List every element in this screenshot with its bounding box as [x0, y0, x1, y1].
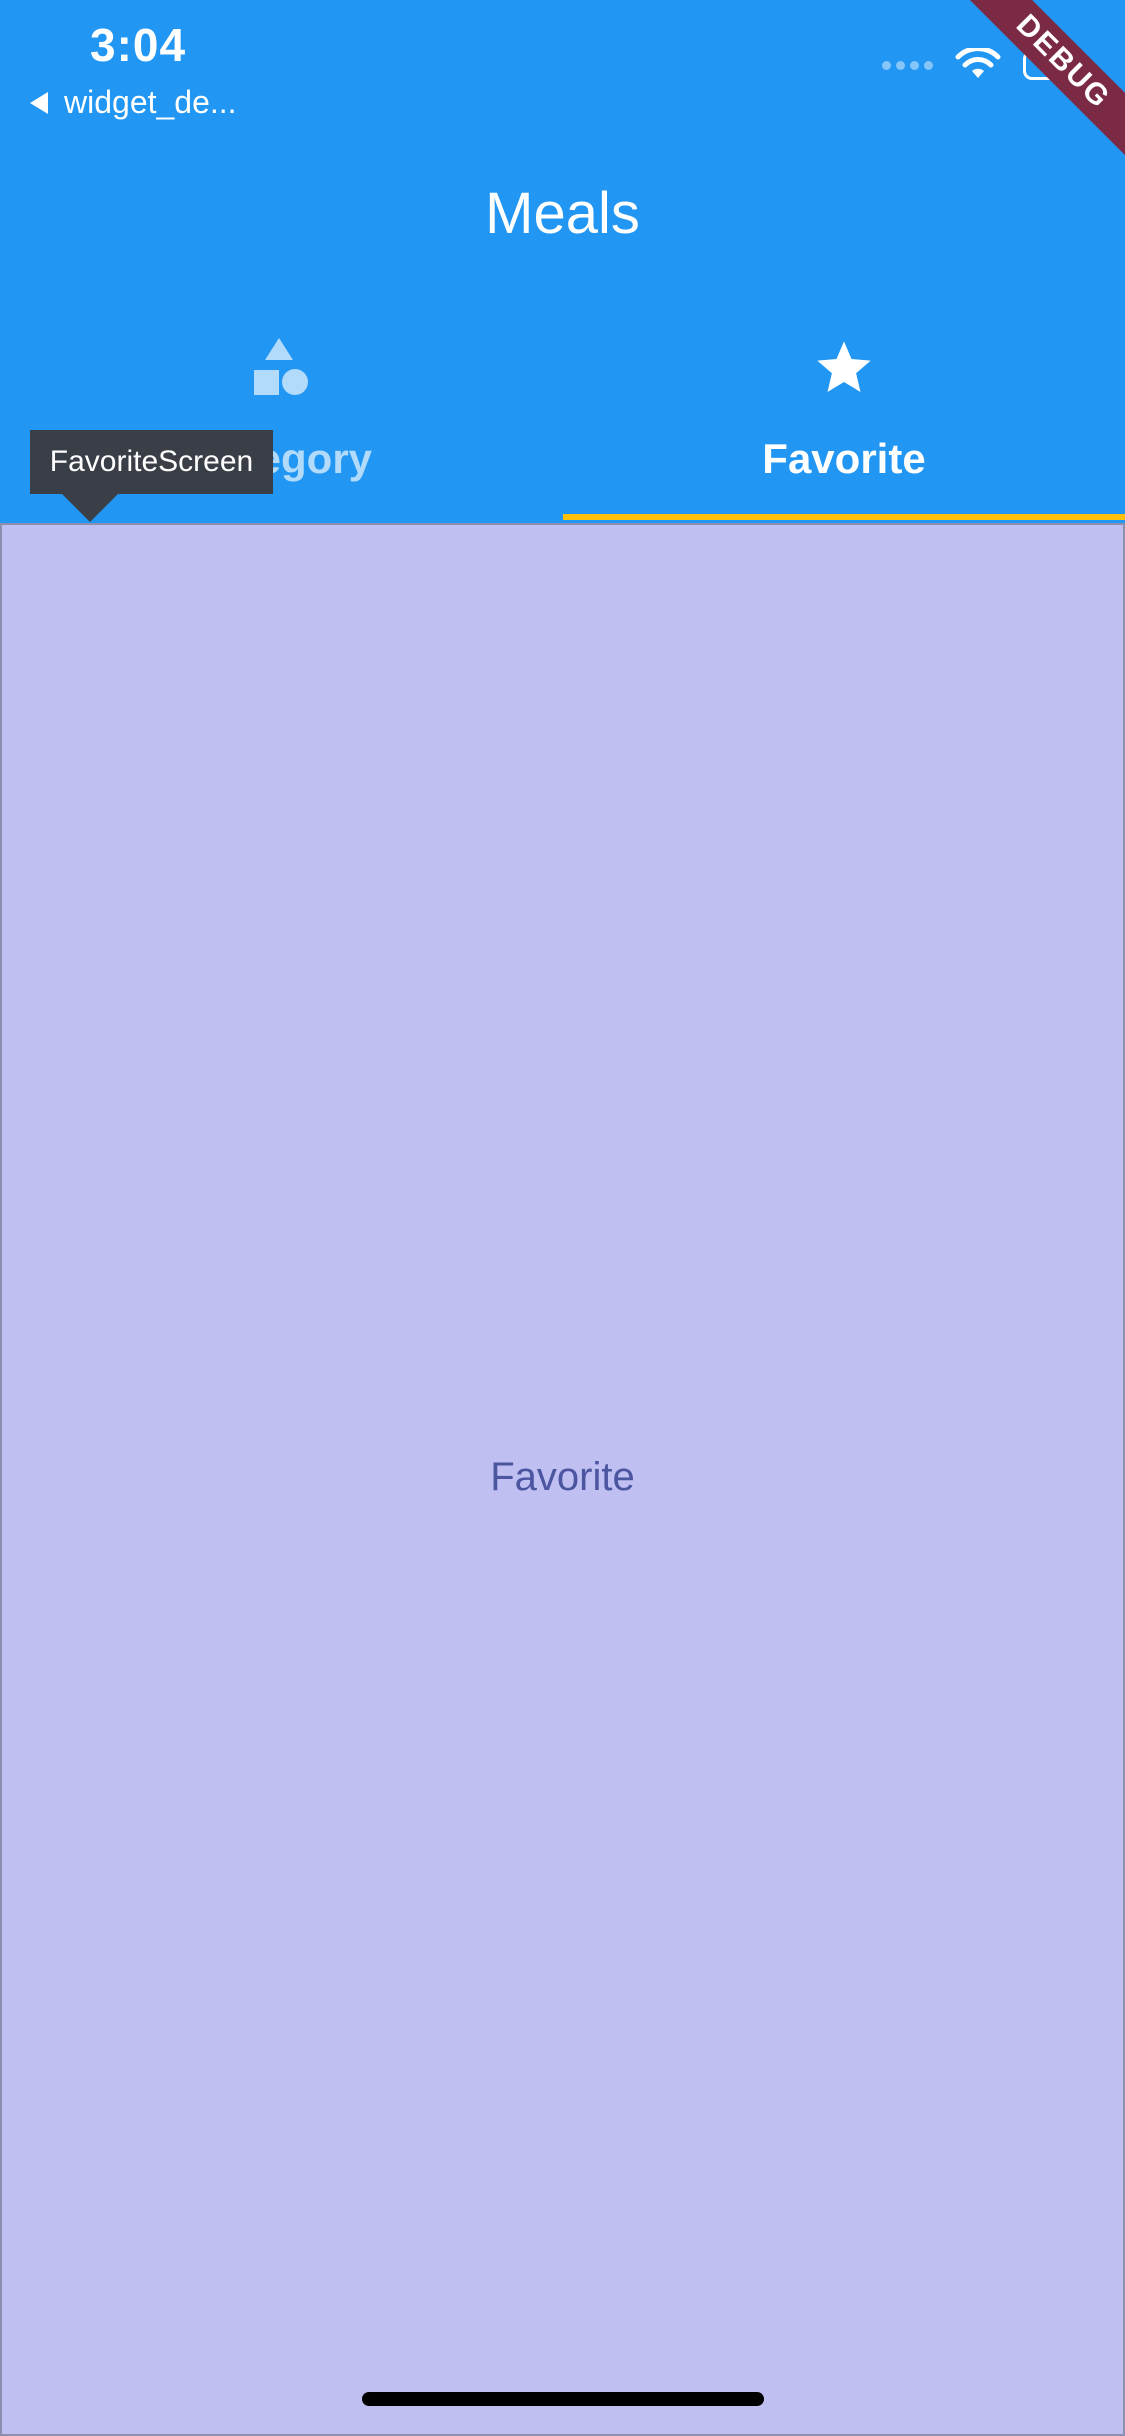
tab-selected-indicator: [563, 514, 1125, 520]
page-title: Meals: [485, 181, 640, 246]
home-indicator[interactable]: [362, 2392, 764, 2406]
wifi-icon: [955, 48, 1001, 78]
back-app-label: widget_de...: [64, 84, 237, 120]
tab-favorite-label: Favorite: [762, 435, 926, 482]
tab-favorite[interactable]: Favorite: [563, 320, 1125, 523]
back-arrow-icon: [30, 91, 48, 114]
tooltip: FavoriteScreen: [30, 430, 273, 494]
category-shapes-icon: [254, 338, 308, 395]
cellular-signal-icon: [882, 60, 933, 70]
back-to-app-link[interactable]: widget_de...: [30, 84, 237, 121]
status-time: 3:04: [90, 19, 187, 71]
star-icon: [817, 341, 871, 392]
body-text: Favorite: [490, 1455, 635, 1499]
app-screen: 3:04 widget_de... Meals Category Favorit…: [0, 0, 1125, 2436]
favorite-screen-body: Favorite: [0, 523, 1125, 2436]
tooltip-arrow: [62, 494, 118, 522]
